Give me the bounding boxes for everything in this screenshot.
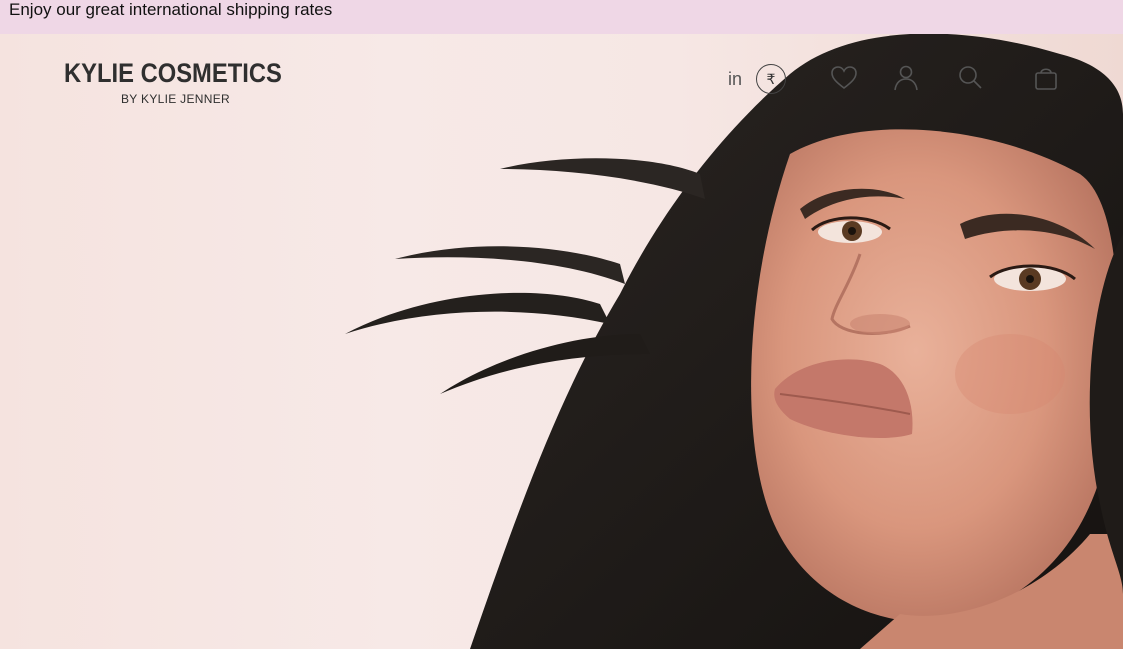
header-tools: in ₹ (724, 62, 1104, 96)
brand-name: KYLIE COSMETICS (64, 58, 282, 88)
heart-icon[interactable] (828, 62, 860, 94)
promo-text: Enjoy our great international shipping r… (9, 0, 333, 19)
user-icon[interactable] (890, 62, 922, 94)
brand-logo[interactable]: KYLIE COSMETICS BY KYLIE JENNER (64, 58, 286, 110)
hero-banner[interactable] (0, 34, 1123, 649)
hero-image (345, 34, 1123, 649)
locale-selector[interactable]: in (728, 69, 742, 89)
promo-banner: Enjoy our great international shipping r… (0, 0, 1123, 34)
search-icon[interactable] (954, 62, 986, 94)
brand-tagline: BY KYLIE JENNER (121, 92, 230, 106)
currency-selector[interactable]: ₹ (756, 64, 786, 94)
bag-icon[interactable] (1030, 62, 1062, 94)
